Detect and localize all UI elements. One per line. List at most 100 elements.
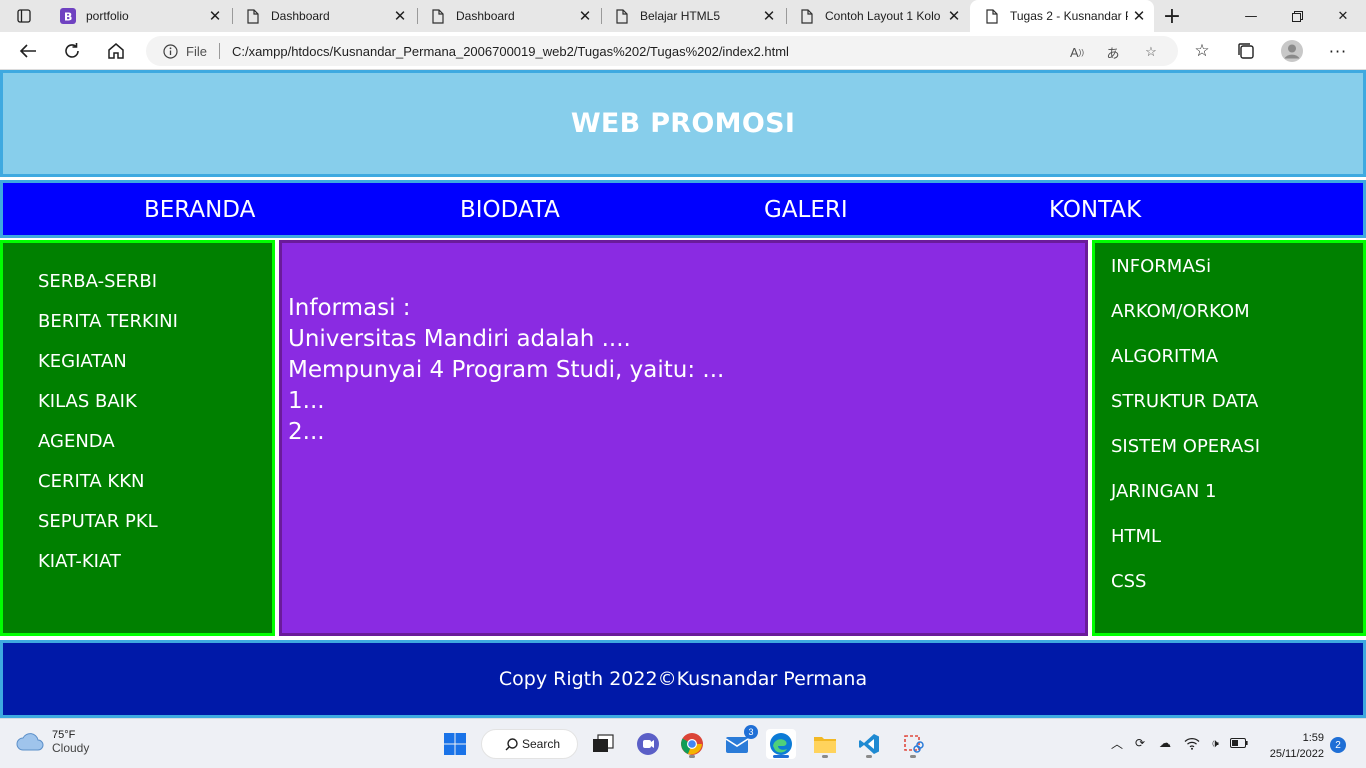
right-sidebar: INFORMASi ARKOM/ORKOM ALGORITMA STRUKTUR… — [1092, 240, 1366, 636]
translate-icon[interactable]: あ — [1104, 43, 1122, 61]
battery-icon[interactable] — [1230, 734, 1248, 752]
weather-widget[interactable]: 75°F Cloudy — [16, 729, 89, 755]
left-menu-item[interactable]: KILAS BAIK — [38, 391, 137, 412]
minimize-button[interactable]: — — [1228, 0, 1274, 32]
right-menu-item[interactable]: HTML — [1111, 526, 1161, 547]
edge-button[interactable] — [766, 729, 796, 759]
collections-button[interactable] — [1232, 37, 1260, 65]
page-icon — [245, 8, 261, 24]
tab-belajar-html5[interactable]: Belajar HTML5 ✕ — [600, 0, 784, 32]
read-aloud-icon[interactable]: A)) — [1068, 43, 1086, 61]
nav-link-galeri[interactable]: GALERI — [764, 197, 848, 223]
refresh-icon — [65, 43, 79, 58]
chrome-icon — [681, 733, 703, 755]
content-line: 1... — [288, 388, 325, 414]
search-label: Search — [522, 737, 561, 751]
close-tab-icon[interactable]: ✕ — [943, 5, 965, 27]
notification-badge[interactable]: 2 — [1330, 737, 1346, 753]
page-viewport: WEB PROMOSI BERANDA BIODATA GALERI KONTA… — [0, 70, 1366, 718]
running-indicator — [689, 755, 695, 758]
home-icon — [108, 43, 124, 59]
tab-contoh-layout[interactable]: Contoh Layout 1 Kolo ✕ — [785, 0, 969, 32]
home-button[interactable] — [102, 37, 130, 65]
onedrive-cloud-icon[interactable]: ☁ — [1156, 734, 1174, 752]
volume-icon[interactable]: 🕩 — [1206, 734, 1224, 752]
tab-portfolio[interactable]: B portfolio ✕ — [46, 0, 230, 32]
right-menu-item[interactable]: ARKOM/ORKOM — [1111, 301, 1250, 322]
left-menu-item[interactable]: BERITA TERKINI — [38, 311, 178, 332]
back-button[interactable] — [14, 37, 42, 65]
url-text[interactable]: C:/xampp/htdocs/Kusnandar_Permana_200670… — [232, 44, 789, 59]
new-tab-button[interactable]: + — [1160, 4, 1184, 29]
running-indicator — [910, 755, 916, 758]
favorites-button[interactable]: ☆ — [1188, 37, 1216, 65]
browser-toolbar: File C:/xampp/htdocs/Kusnandar_Permana_2… — [0, 32, 1366, 70]
info-icon[interactable] — [162, 43, 178, 59]
back-arrow-icon — [19, 44, 36, 58]
close-tab-icon[interactable]: ✕ — [204, 5, 226, 27]
left-menu-item[interactable]: KEGIATAN — [38, 351, 127, 372]
right-menu-item[interactable]: STRUKTUR DATA — [1111, 391, 1258, 412]
close-tab-icon[interactable]: ✕ — [1128, 5, 1150, 27]
taskbar-search[interactable]: Search — [481, 729, 578, 759]
chrome-button[interactable] — [677, 729, 707, 759]
tab-title: Contoh Layout 1 Kolo — [825, 9, 941, 23]
taskbar-clock[interactable]: 1:59 25/11/2022 — [1254, 730, 1324, 762]
left-menu-item[interactable]: AGENDA — [38, 431, 115, 452]
nav-link-beranda[interactable]: BERANDA — [144, 197, 255, 223]
refresh-button[interactable] — [58, 37, 86, 65]
tab-tugas-2[interactable]: Tugas 2 - Kusnandar P ✕ — [970, 0, 1154, 32]
url-scheme-label: File — [186, 43, 207, 59]
svg-text:B: B — [64, 11, 72, 24]
right-menu-item[interactable]: SISTEM OPERASI — [1111, 436, 1260, 457]
bootstrap-b-icon: B — [60, 8, 76, 24]
profile-button[interactable] — [1278, 37, 1306, 65]
tab-actions-icon — [17, 9, 31, 23]
page-icon — [614, 8, 630, 24]
windows-logo-icon — [444, 733, 466, 755]
teams-chat-button[interactable] — [633, 729, 663, 759]
left-menu-item[interactable]: SEPUTAR PKL — [38, 511, 158, 532]
add-favorite-icon[interactable]: ☆ — [1142, 43, 1160, 61]
teams-chat-icon — [637, 733, 659, 755]
restore-button[interactable] — [1274, 0, 1320, 32]
left-menu-item[interactable]: SERBA-SERBI — [38, 271, 157, 292]
mail-button[interactable]: 3 — [722, 725, 758, 759]
collections-icon — [1238, 43, 1254, 59]
close-tab-icon[interactable]: ✕ — [758, 5, 780, 27]
vscode-button[interactable] — [854, 729, 884, 759]
page-icon — [984, 8, 1000, 24]
close-window-button[interactable]: ✕ — [1320, 0, 1366, 32]
tab-dashboard-2[interactable]: Dashboard ✕ — [416, 0, 600, 32]
site-footer: Copy Rigth 2022©Kusnandar Permana — [0, 640, 1366, 718]
settings-more-button[interactable]: ··· — [1324, 37, 1352, 65]
nav-link-kontak[interactable]: KONTAK — [1049, 197, 1141, 223]
taskbar: 75°F Cloudy Search 3 ︿ ⟳ ☁ 🕩 1:59 25/11/… — [0, 718, 1366, 768]
address-bar[interactable]: File C:/xampp/htdocs/Kusnandar_Permana_2… — [146, 36, 1178, 66]
tab-dashboard-1[interactable]: Dashboard ✕ — [231, 0, 415, 32]
snipping-tool-button[interactable] — [898, 729, 928, 759]
tab-title: Tugas 2 - Kusnandar P — [1010, 9, 1128, 23]
right-menu-item[interactable]: INFORMASi — [1111, 256, 1211, 277]
left-menu-item[interactable]: KIAT-KIAT — [38, 551, 121, 572]
weather-temperature: 75°F — [52, 729, 76, 741]
close-tab-icon[interactable]: ✕ — [574, 5, 596, 27]
left-menu-item[interactable]: CERITA KKN — [38, 471, 144, 492]
content-line: Informasi : — [288, 295, 411, 321]
right-menu-item[interactable]: CSS — [1111, 571, 1146, 592]
tab-actions-button[interactable] — [8, 4, 40, 28]
folder-icon — [814, 737, 836, 753]
nav-link-biodata[interactable]: BIODATA — [460, 197, 560, 223]
file-explorer-button[interactable] — [810, 729, 840, 759]
right-menu-item[interactable]: JARINGAN 1 — [1111, 481, 1217, 502]
close-tab-icon[interactable]: ✕ — [389, 5, 411, 27]
running-indicator — [822, 755, 828, 758]
task-view-button[interactable] — [588, 729, 618, 759]
start-button[interactable] — [440, 729, 470, 759]
chevron-up-icon[interactable]: ︿ — [1108, 734, 1126, 752]
sync-icon[interactable]: ⟳ — [1131, 734, 1149, 752]
right-menu-item[interactable]: ALGORITMA — [1111, 346, 1218, 367]
site-header: WEB PROMOSI — [0, 70, 1366, 177]
left-sidebar: SERBA-SERBI BERITA TERKINI KEGIATAN KILA… — [0, 240, 275, 636]
wifi-icon[interactable] — [1183, 734, 1201, 752]
